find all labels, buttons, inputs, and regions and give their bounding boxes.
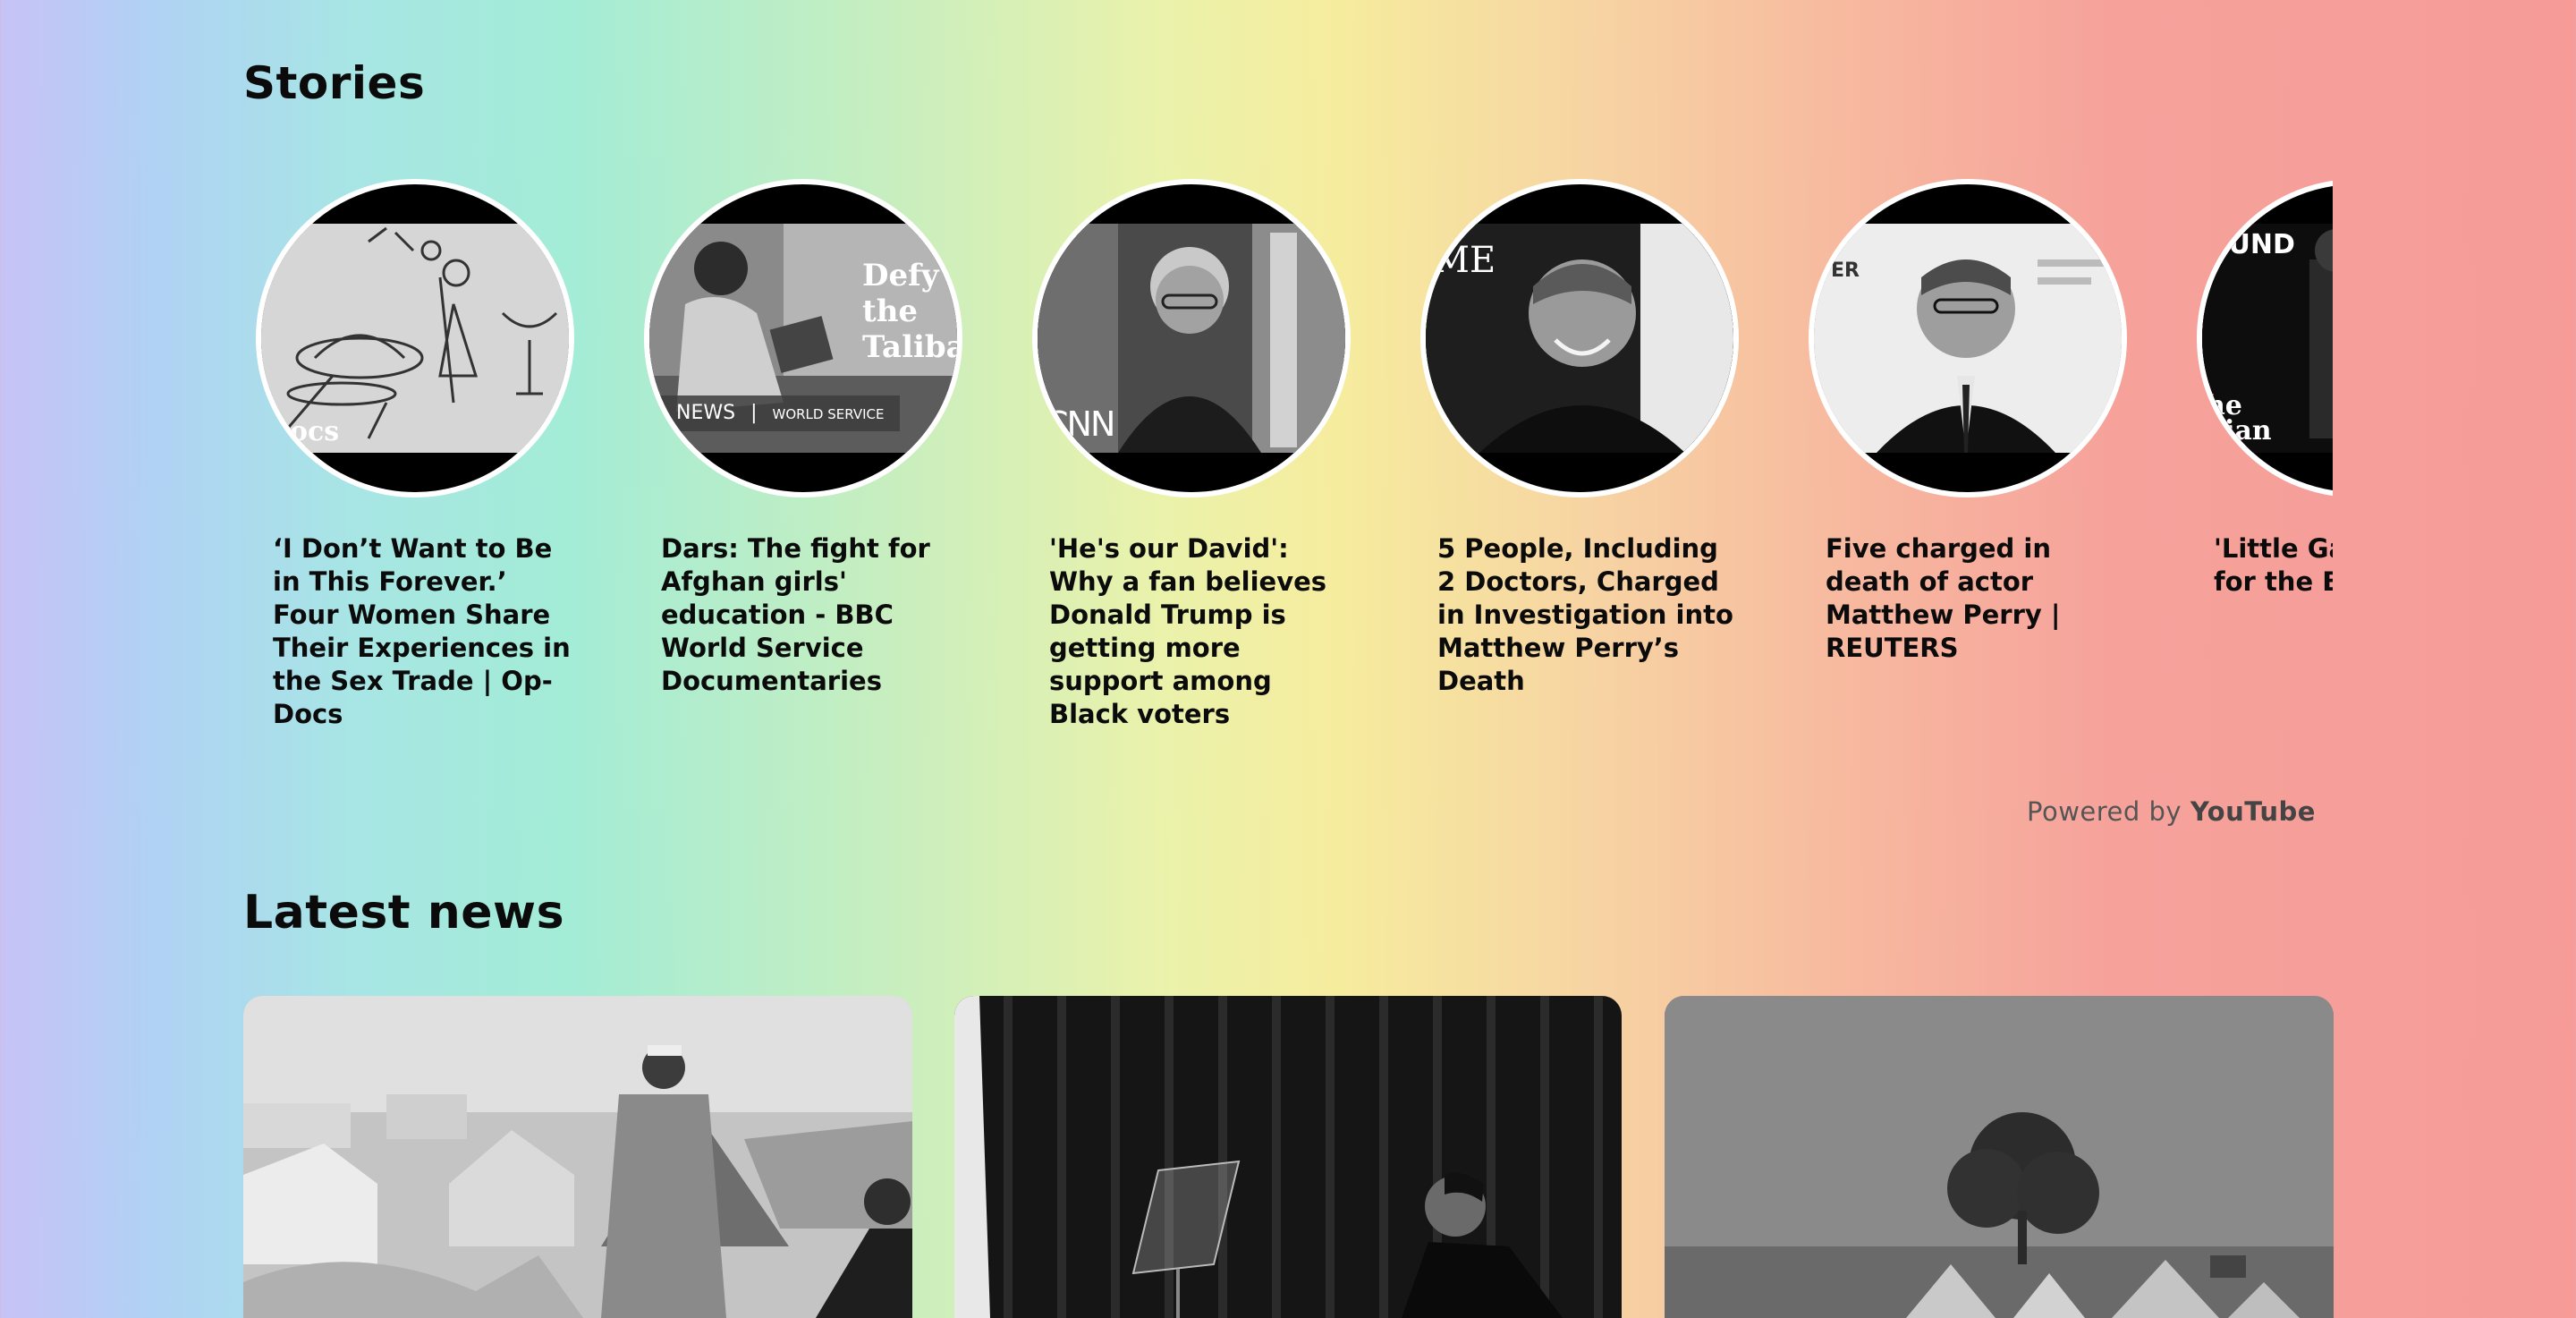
story-thumb-label: ME — [1433, 240, 1496, 281]
powered-by-label: Powered by — [2027, 796, 2182, 827]
story-thumb-label: Defy the Taliba — [862, 258, 957, 365]
story-thumb-label: TER — [1818, 259, 1860, 282]
story-thumbnail[interactable]: Defy the Taliba NEWS | WORLD SERVICE — [644, 179, 962, 497]
story-thumb-label-2: he dian — [2206, 390, 2272, 446]
cnn-logo: CNN — [1045, 404, 1115, 444]
story-title[interactable]: 'He's our David': Why a fan believes Don… — [1049, 532, 1349, 731]
story-title[interactable]: Dars: The fight for Afghan girls' educat… — [661, 532, 961, 698]
youtube-brand[interactable]: YouTube — [2190, 796, 2316, 827]
news-card[interactable] — [1665, 996, 2334, 1318]
news-card-image — [954, 996, 1622, 1318]
stories-heading: Stories — [243, 57, 426, 109]
story-title[interactable]: 5 People, Including 2 Doctors, Charged i… — [1437, 532, 1737, 698]
story-title[interactable]: ‘I Don’t Want to Be in This Forever.’ Fo… — [273, 532, 572, 731]
badge-service-label: WORLD SERVICE — [772, 406, 885, 422]
bbc-badge: NEWS | WORLD SERVICE — [649, 395, 900, 431]
news-card[interactable] — [243, 996, 912, 1318]
story-thumb-label: Docs — [267, 416, 340, 447]
badge-news-label: NEWS — [676, 402, 736, 424]
story-image — [1814, 224, 2122, 453]
story-title[interactable]: Five charged in death of actor Matthew P… — [1826, 532, 2125, 665]
news-card-image — [243, 996, 912, 1318]
story-thumbnail[interactable]: ME — [1420, 179, 1739, 497]
story-title[interactable]: 'Little Gaza' fight for the Bank — [2214, 532, 2333, 599]
stories-carousel[interactable]: Docs ‘I Don’t Want to Be in This Forever… — [243, 179, 2333, 734]
story-thumbnail[interactable]: TER — [1809, 179, 2127, 497]
news-card-image — [1665, 996, 2334, 1318]
story-thumbnail[interactable]: CNN — [1032, 179, 1351, 497]
latest-news-heading: Latest news — [243, 886, 565, 940]
powered-by-youtube[interactable]: Powered by YouTube — [2027, 796, 2316, 827]
news-card[interactable] — [954, 996, 1622, 1318]
story-thumbnail[interactable]: Docs — [256, 179, 574, 497]
story-thumbnail[interactable]: OUND he dian — [2197, 179, 2333, 497]
story-thumb-label: OUND — [2206, 229, 2295, 260]
